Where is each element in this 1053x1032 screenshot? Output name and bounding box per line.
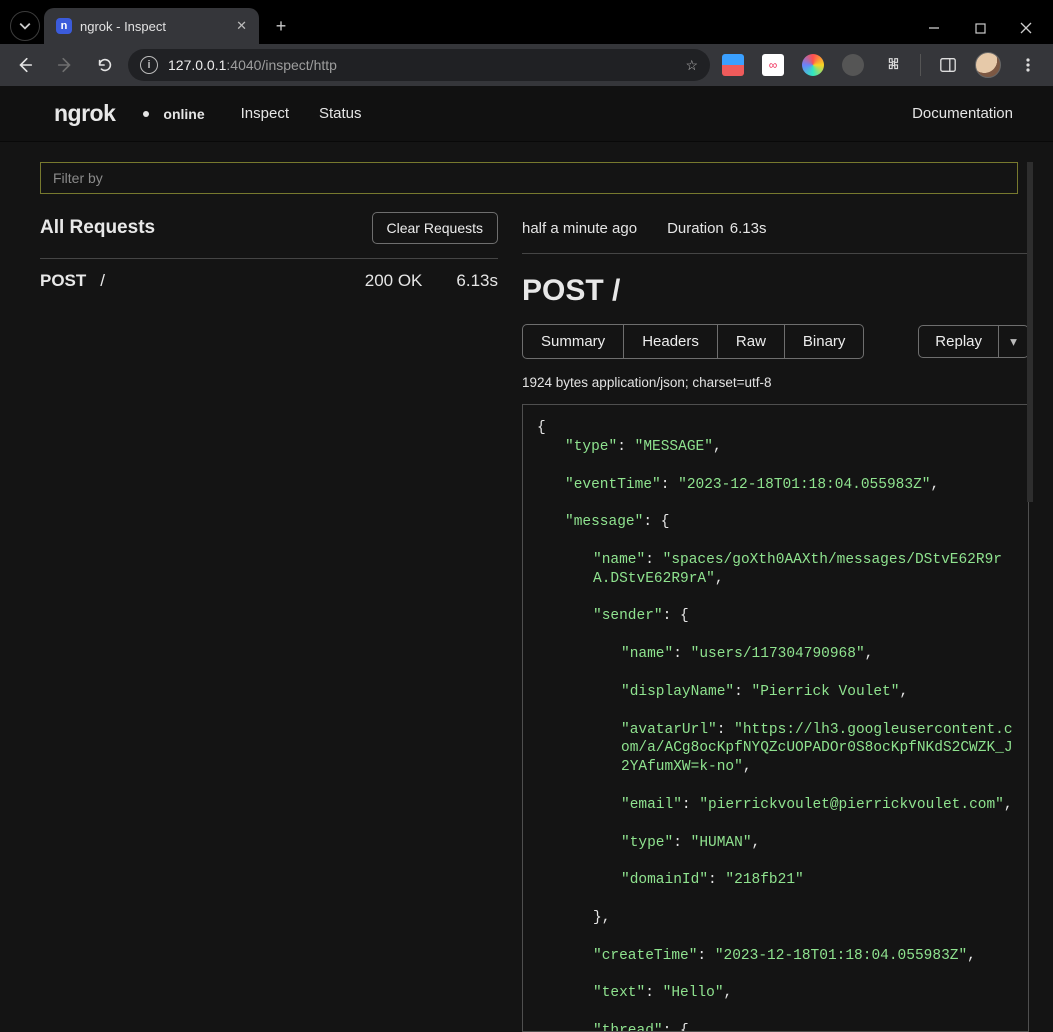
response-json-body[interactable]: { "type": "MESSAGE", "eventTime": "2023-…	[522, 404, 1029, 1032]
maximize-icon	[975, 23, 986, 34]
close-tab-button[interactable]: ✕	[236, 18, 247, 34]
window-close-button[interactable]	[1003, 12, 1049, 44]
request-row[interactable]: POST / 200 OK 6.13s	[40, 259, 498, 303]
app-nav: ngrok online Inspect Status Documentatio…	[0, 86, 1053, 142]
window-maximize-button[interactable]	[957, 12, 1003, 44]
tab-well: n ngrok - Inspect ✕ +	[0, 8, 911, 44]
tab-raw[interactable]: Raw	[718, 324, 785, 359]
url-text: 127.0.0.1:4040/inspect/http	[168, 57, 337, 73]
nav-status[interactable]: Status	[319, 105, 362, 122]
status-dot-icon	[143, 111, 149, 117]
search-tabs-button[interactable]	[10, 11, 40, 41]
window-minimize-button[interactable]	[911, 12, 957, 44]
request-path: /	[100, 271, 350, 291]
request-detail-panel: half a minute ago Duration 6.13s POST / …	[522, 162, 1033, 1032]
browser-tab[interactable]: n ngrok - Inspect ✕	[44, 8, 259, 44]
arrow-left-icon	[16, 56, 34, 74]
bookmark-star-button[interactable]: ☆	[685, 57, 698, 74]
request-duration: 6.13s	[456, 271, 498, 291]
tab-title: ngrok - Inspect	[80, 19, 228, 34]
reload-icon	[96, 56, 114, 74]
replay-button[interactable]: Replay	[918, 325, 999, 358]
arrow-right-icon	[56, 56, 74, 74]
request-status: 200 OK	[365, 271, 423, 291]
chevron-down-icon	[19, 20, 31, 32]
puzzle-icon	[884, 56, 902, 74]
profile-button[interactable]	[971, 48, 1005, 82]
detail-duration-value: 6.13s	[730, 220, 767, 237]
new-tab-button[interactable]: +	[267, 12, 295, 40]
tab-binary[interactable]: Binary	[785, 324, 865, 359]
window-title-bar: n ngrok - Inspect ✕ +	[0, 0, 1053, 44]
address-bar[interactable]: i 127.0.0.1:4040/inspect/http ☆	[128, 49, 710, 81]
tab-headers[interactable]: Headers	[624, 324, 718, 359]
avatar-icon	[975, 52, 1001, 78]
nav-reload-button[interactable]	[88, 48, 122, 82]
tab-favicon: n	[56, 18, 72, 34]
side-panel-icon	[939, 56, 957, 74]
toolbar-divider	[920, 54, 921, 76]
detail-title: POST /	[522, 274, 1029, 308]
site-info-icon[interactable]: i	[140, 56, 158, 74]
nav-forward-button[interactable]	[48, 48, 82, 82]
detail-meta: half a minute ago Duration 6.13s	[522, 220, 1029, 254]
detail-duration-label: Duration	[667, 220, 724, 237]
extension-3-icon[interactable]	[796, 48, 830, 82]
chrome-menu-button[interactable]	[1011, 48, 1045, 82]
filter-placeholder: Filter by	[53, 170, 103, 186]
minimize-icon	[928, 22, 940, 34]
browser-toolbar: i 127.0.0.1:4040/inspect/http ☆ ∞	[0, 44, 1053, 86]
nav-inspect[interactable]: Inspect	[241, 105, 289, 122]
nav-back-button[interactable]	[8, 48, 42, 82]
content-area: Filter by All Requests Clear Requests PO…	[0, 142, 1053, 1032]
window-controls	[911, 12, 1053, 44]
detail-tabs: Summary Headers Raw Binary Replay ▾	[522, 324, 1029, 359]
caret-down-icon: ▾	[1010, 334, 1017, 350]
extensions-menu-button[interactable]	[876, 48, 910, 82]
requests-panel: Filter by All Requests Clear Requests PO…	[40, 162, 498, 1032]
brand-logo[interactable]: ngrok	[54, 100, 115, 127]
nav-docs[interactable]: Documentation	[912, 105, 1013, 122]
tunnel-status: online	[163, 106, 204, 122]
request-method: POST	[40, 271, 86, 291]
clear-requests-button[interactable]: Clear Requests	[372, 212, 499, 244]
detail-time-ago: half a minute ago	[522, 220, 637, 237]
side-panel-button[interactable]	[931, 48, 965, 82]
close-icon	[1020, 22, 1032, 34]
kebab-icon	[1020, 57, 1036, 73]
page-root: ngrok online Inspect Status Documentatio…	[0, 86, 1053, 1032]
tab-summary[interactable]: Summary	[522, 324, 624, 359]
extension-2-icon[interactable]: ∞	[756, 48, 790, 82]
extension-4-icon[interactable]	[836, 48, 870, 82]
requests-heading: All Requests	[40, 217, 155, 239]
response-body-meta: 1924 bytes application/json; charset=utf…	[522, 375, 1029, 390]
replay-dropdown-button[interactable]: ▾	[999, 325, 1029, 358]
extension-1-icon[interactable]	[716, 48, 750, 82]
